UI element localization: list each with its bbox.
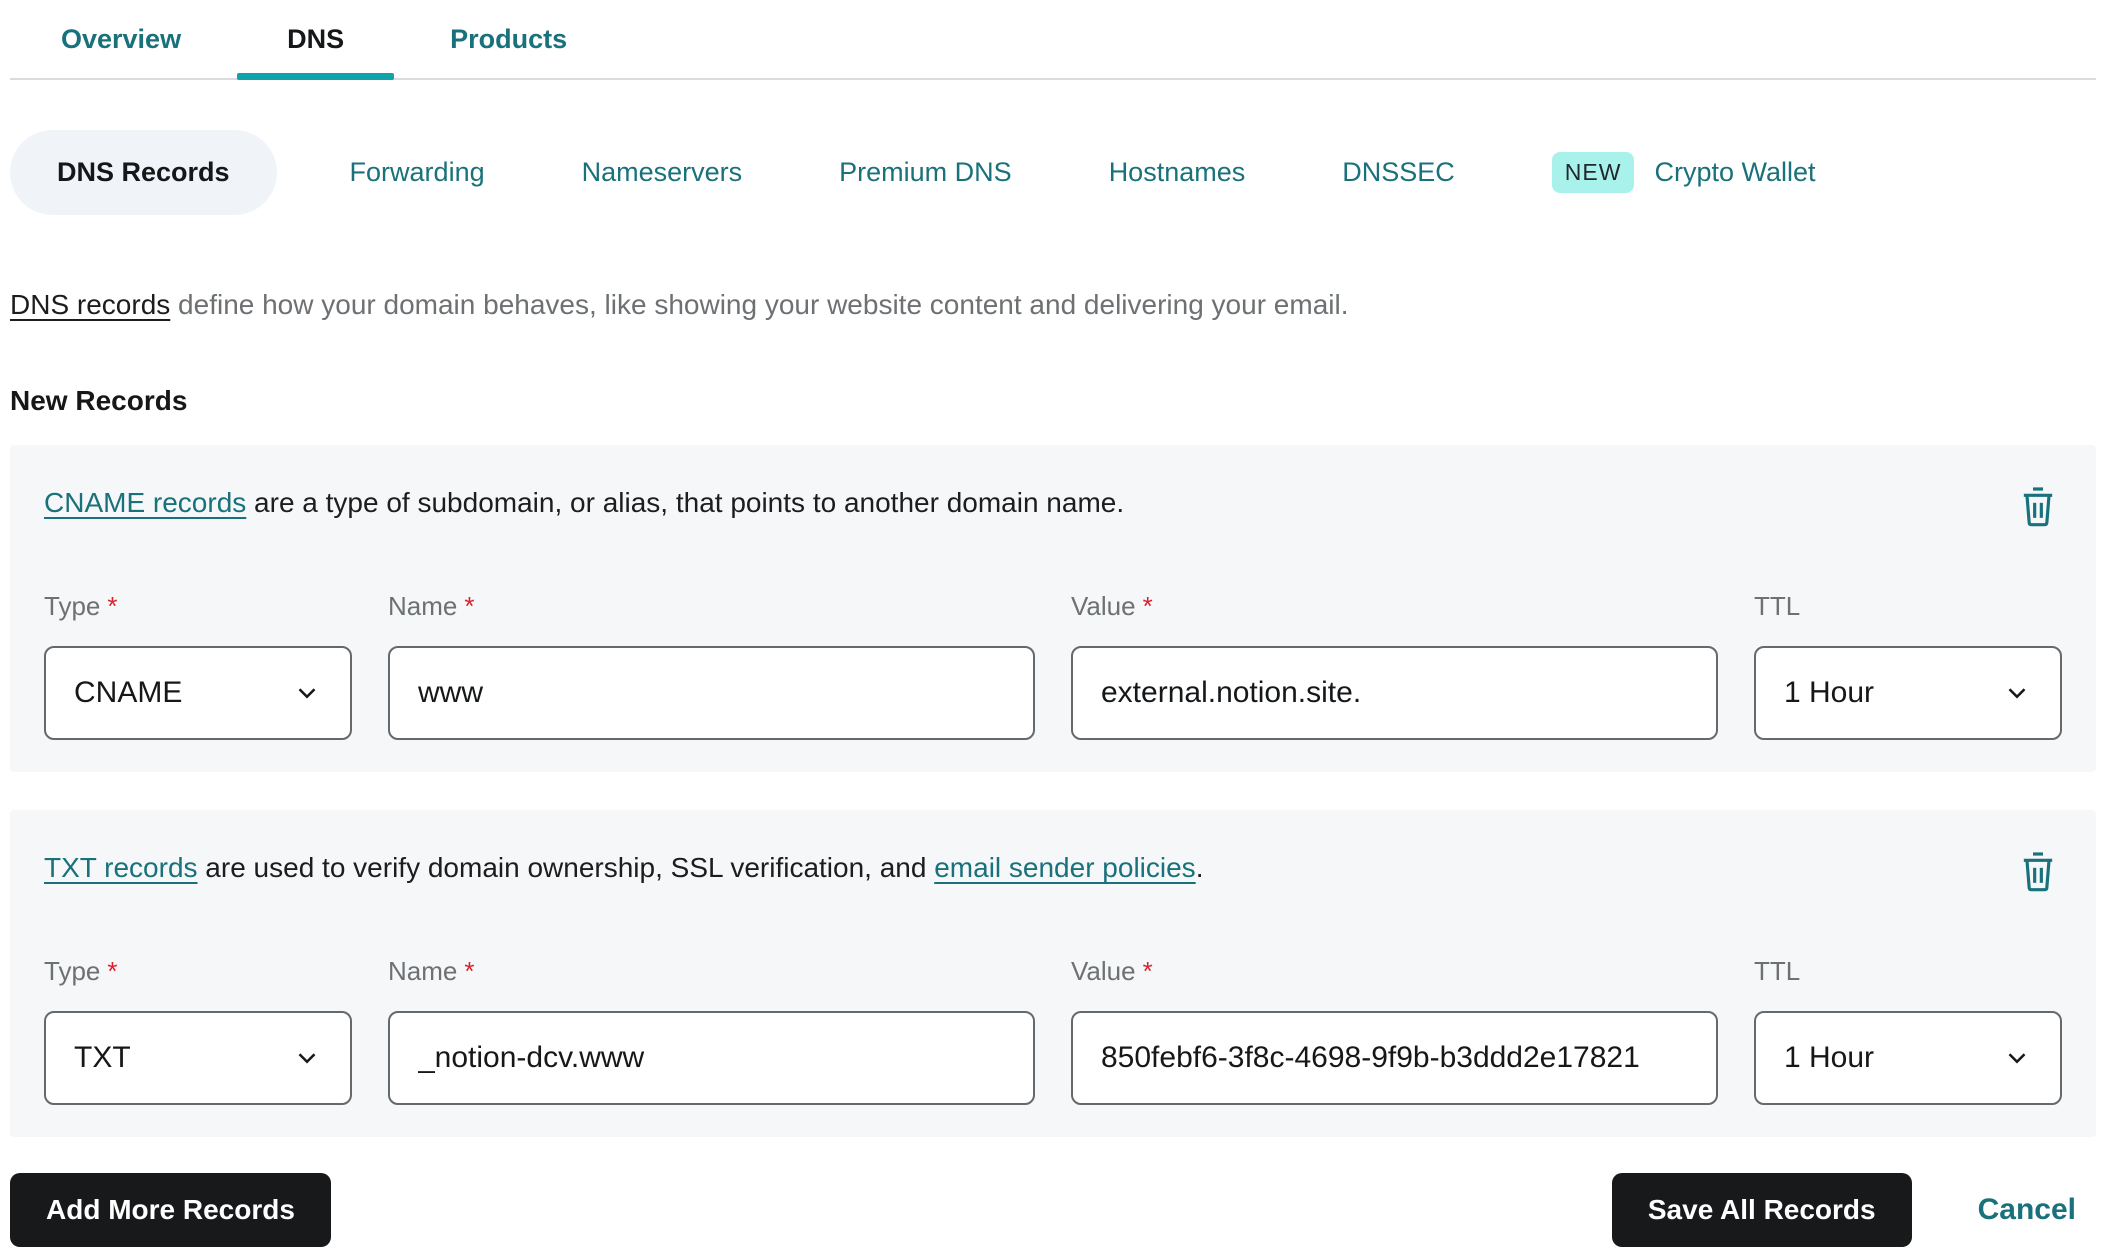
new-badge: NEW bbox=[1551, 152, 1635, 193]
cname-name-field: Name * bbox=[388, 591, 1035, 741]
domain-tab-bar: Overview DNS Products bbox=[10, 0, 2096, 80]
txt-card-header: TXT records are used to verify domain ow… bbox=[44, 850, 2062, 894]
save-all-records-button[interactable]: Save All Records bbox=[1611, 1173, 1912, 1247]
txt-ttl-label: TTL bbox=[1754, 956, 1801, 987]
cname-type-field: Type * CNAME bbox=[44, 591, 352, 741]
cname-value-label: Value bbox=[1071, 591, 1136, 622]
subtab-crypto-wallet[interactable]: NEW Crypto Wallet bbox=[1528, 152, 1840, 193]
txt-name-label: Name bbox=[388, 956, 458, 987]
dns-intro-text: DNS records define how your domain behav… bbox=[10, 287, 2096, 323]
cname-value-field: Value * bbox=[1071, 591, 1718, 741]
cname-name-input[interactable] bbox=[418, 676, 1005, 711]
required-asterisk: * bbox=[1142, 591, 1153, 622]
txt-type-select[interactable]: TXT bbox=[44, 1011, 352, 1106]
chevron-down-icon bbox=[298, 1053, 316, 1064]
txt-ttl-select[interactable]: 1 Hour bbox=[1754, 1011, 2062, 1106]
dns-records-link[interactable]: DNS records bbox=[10, 289, 170, 320]
cname-name-label: Name bbox=[388, 591, 458, 622]
required-asterisk: * bbox=[464, 956, 475, 987]
chevron-down-icon bbox=[2008, 688, 2026, 699]
dns-intro-description: define how your domain behaves, like sho… bbox=[170, 289, 1349, 320]
cname-ttl-label: TTL bbox=[1754, 591, 1801, 622]
txt-record-form: Type* TXT Name* Value* TTL bbox=[44, 956, 2062, 1106]
subtab-dns-records[interactable]: DNS Records bbox=[10, 130, 277, 215]
trash-icon bbox=[2023, 487, 2053, 527]
subtab-crypto-wallet-label: Crypto Wallet bbox=[1654, 157, 1816, 187]
cname-record-card: CNAME records are a type of subdomain, o… bbox=[10, 445, 2096, 773]
subtab-hostnames[interactable]: Hostnames bbox=[1085, 157, 1270, 188]
txt-name-input[interactable] bbox=[418, 1041, 1005, 1076]
delete-cname-record-button[interactable] bbox=[2018, 485, 2058, 529]
txt-type-label: Type bbox=[44, 956, 101, 987]
cname-card-description: CNAME records are a type of subdomain, o… bbox=[44, 487, 1125, 519]
trash-icon bbox=[2023, 852, 2053, 892]
required-asterisk: * bbox=[1142, 956, 1153, 987]
required-asterisk: * bbox=[464, 591, 475, 622]
chevron-down-icon bbox=[298, 688, 316, 699]
cname-value-input[interactable] bbox=[1101, 676, 1688, 711]
cname-record-form: Type* CNAME Name* Value* TTL bbox=[44, 591, 2062, 741]
txt-ttl-field: TTL 1 Hour bbox=[1754, 956, 2062, 1106]
dns-management-page: Overview DNS Products DNS Records Forwar… bbox=[0, 0, 2106, 1247]
required-asterisk: * bbox=[107, 591, 118, 622]
delete-txt-record-button[interactable] bbox=[2018, 850, 2058, 894]
txt-record-card: TXT records are used to verify domain ow… bbox=[10, 810, 2096, 1138]
chevron-down-icon bbox=[2008, 1053, 2026, 1064]
subtab-premium-dns[interactable]: Premium DNS bbox=[815, 157, 1036, 188]
tab-dns[interactable]: DNS bbox=[237, 0, 395, 80]
new-records-heading: New Records bbox=[10, 385, 188, 417]
subtab-forwarding[interactable]: Forwarding bbox=[326, 157, 509, 188]
cname-type-select[interactable]: CNAME bbox=[44, 646, 352, 741]
cname-card-header: CNAME records are a type of subdomain, o… bbox=[44, 485, 2062, 529]
txt-card-description: TXT records are used to verify domain ow… bbox=[44, 852, 1204, 884]
tab-overview[interactable]: Overview bbox=[57, 0, 185, 78]
cname-ttl-select[interactable]: 1 Hour bbox=[1754, 646, 2062, 741]
txt-value-label: Value bbox=[1071, 956, 1136, 987]
cname-type-label: Type bbox=[44, 591, 101, 622]
txt-type-field: Type * TXT bbox=[44, 956, 352, 1106]
subtab-nameservers[interactable]: Nameservers bbox=[558, 157, 767, 188]
cancel-button[interactable]: Cancel bbox=[1978, 1193, 2076, 1227]
txt-value-field: Value * bbox=[1071, 956, 1718, 1106]
required-asterisk: * bbox=[107, 956, 118, 987]
email-sender-policies-link[interactable]: email sender policies bbox=[934, 852, 1195, 883]
cname-records-link[interactable]: CNAME records bbox=[44, 487, 246, 518]
txt-value-input[interactable] bbox=[1101, 1041, 1688, 1076]
records-action-bar: Add More Records Save All Records Cancel bbox=[10, 1173, 2096, 1247]
add-more-records-button[interactable]: Add More Records bbox=[10, 1173, 331, 1247]
txt-name-field: Name * bbox=[388, 956, 1035, 1106]
cname-ttl-field: TTL 1 Hour bbox=[1754, 591, 2062, 741]
dns-subtab-bar: DNS Records Forwarding Nameservers Premi… bbox=[10, 130, 2096, 215]
tab-products[interactable]: Products bbox=[446, 0, 571, 78]
txt-records-link[interactable]: TXT records bbox=[44, 852, 198, 883]
subtab-dnssec[interactable]: DNSSEC bbox=[1318, 157, 1479, 188]
